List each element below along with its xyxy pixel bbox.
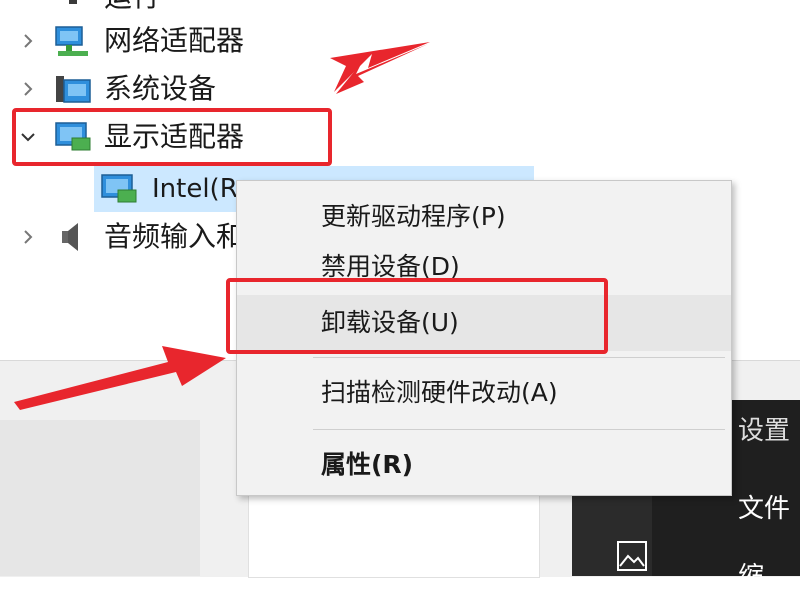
- tree-child-label: Intel(R: [152, 174, 238, 204]
- speaker-icon: [62, 223, 78, 251]
- tree-item-label: 显示适配器: [104, 120, 245, 153]
- menu-item-properties[interactable]: 属性(R): [237, 437, 731, 493]
- menu-separator: [313, 429, 725, 430]
- tree-item-display-adapters[interactable]: 显示适配器: [0, 114, 400, 160]
- chevron-right-icon[interactable]: [18, 227, 38, 247]
- display-adapter-icon: [101, 174, 137, 203]
- tree-item-label: 系统设备: [104, 72, 217, 105]
- chevron-right-icon[interactable]: [18, 31, 38, 51]
- menu-item-uninstall-device[interactable]: 卸载设备(U): [237, 295, 731, 351]
- chevron-right-icon[interactable]: [18, 79, 38, 99]
- background-text: 设置: [738, 416, 791, 446]
- menu-item-scan-hardware[interactable]: 扫描检测硬件改动(A): [237, 365, 731, 421]
- tree-item-label: 音频输入和: [104, 220, 245, 253]
- menu-item-disable-device[interactable]: 禁用设备(D): [237, 239, 731, 295]
- context-menu: 更新驱动程序(P) 禁用设备(D) 卸载设备(U) 扫描检测硬件改动(A) 属性…: [236, 180, 732, 496]
- system-device-icon: [56, 76, 91, 103]
- background-text: 文件: [738, 494, 791, 524]
- chevron-down-icon[interactable]: [18, 127, 38, 147]
- tree-item-label: 运行: [104, 0, 160, 20]
- network-adapter-icon: [55, 26, 88, 56]
- adapter-icon: [69, 0, 77, 4]
- display-adapter-icon: [55, 122, 91, 151]
- tree-item-system-devices[interactable]: 系统设备: [0, 66, 400, 112]
- tree-item-partial[interactable]: 运行: [0, 0, 400, 20]
- tree-item-label: 网络适配器: [104, 24, 245, 57]
- background-text: 缩: [738, 562, 765, 592]
- menu-item-update-driver[interactable]: 更新驱动程序(P): [237, 189, 731, 245]
- menu-separator: [313, 357, 725, 358]
- tree-item-network-adapters[interactable]: 网络适配器: [0, 18, 400, 64]
- background-pane-left: [0, 420, 200, 576]
- image-icon: [617, 541, 647, 571]
